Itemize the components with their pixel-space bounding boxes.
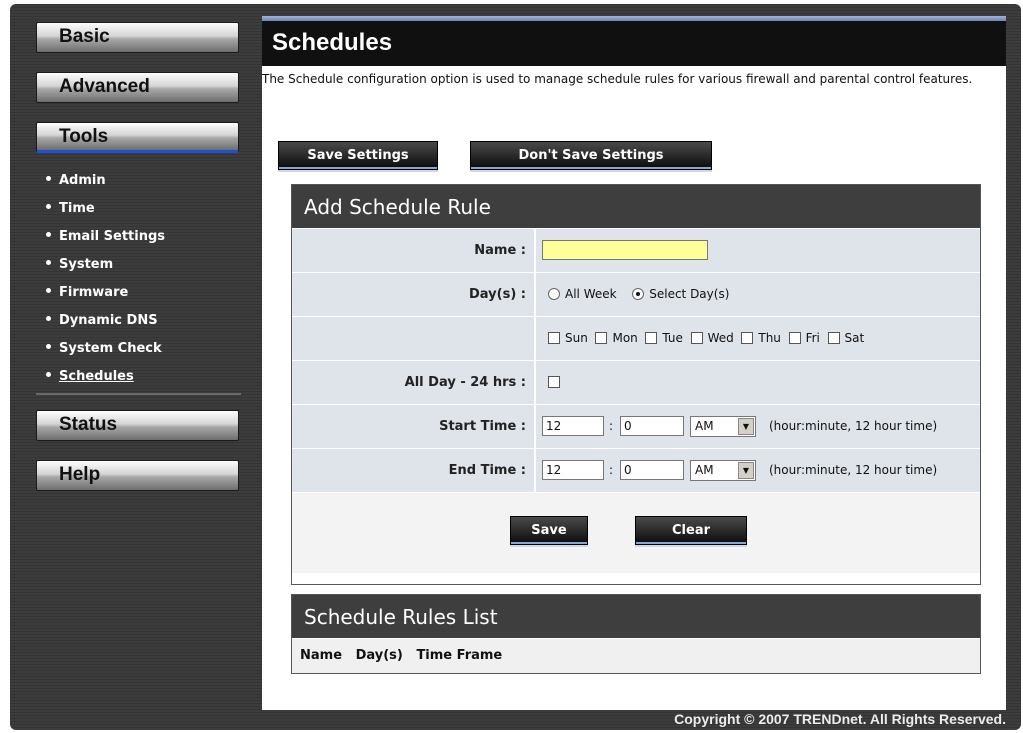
submenu-divider — [36, 393, 241, 395]
fri-label: Fri — [805, 331, 820, 345]
end-time-value-cell: 12 : 0 AM ▼ (hour:minute, 12 hour time) — [536, 449, 980, 492]
main-panel: Schedules The Schedule configuration opt… — [262, 16, 1006, 710]
tools-submenu: Admin Time Email Settings System Firmwar… — [46, 170, 242, 394]
tue-label: Tue — [662, 331, 683, 345]
days-label: Day(s) : — [292, 273, 534, 316]
start-time-row: Start Time : 12 : 0 AM ▼ (hour:minute, 1… — [292, 405, 980, 449]
rule-button-row: Save Clear — [292, 493, 980, 573]
start-hour-input[interactable]: 12 — [542, 416, 604, 436]
rules-table-header: Name Day(s) Time Frame — [292, 639, 980, 673]
wed-label: Wed — [707, 331, 734, 345]
page-title: Schedules — [272, 29, 393, 56]
start-time-label: Start Time : — [292, 405, 534, 448]
name-value-cell — [536, 229, 980, 272]
bullet-icon — [46, 176, 51, 181]
all-day-row: All Day - 24 hrs : — [292, 361, 980, 405]
save-button[interactable]: Save — [510, 516, 588, 545]
submenu-item-system-check[interactable]: System Check — [46, 338, 242, 366]
col-name: Name — [300, 648, 343, 663]
sun-label: Sun — [565, 331, 588, 345]
thu-checkbox[interactable] — [741, 331, 754, 344]
chevron-down-icon: ▼ — [738, 418, 754, 435]
submenu-item-time[interactable]: Time — [46, 198, 242, 226]
end-ampm-value: AM — [695, 463, 714, 477]
name-input[interactable] — [542, 240, 708, 260]
days-row: Day(s) : All Week Select Day(s) — [292, 273, 980, 317]
end-ampm-select[interactable]: AM ▼ — [690, 460, 756, 481]
end-time-label: End Time : — [292, 449, 534, 492]
copyright-text: Copyright © 2007 TRENDnet. All Rights Re… — [674, 711, 1006, 727]
end-hour-input[interactable]: 12 — [542, 460, 604, 480]
end-time-hint: (hour:minute, 12 hour time) — [769, 463, 938, 477]
col-days: Day(s) — [355, 648, 403, 663]
nav-help-button[interactable]: Help — [36, 460, 239, 491]
col-time-frame: Time Frame — [416, 648, 503, 663]
all-week-radio[interactable] — [548, 287, 560, 300]
title-bar: Schedules — [262, 21, 1006, 66]
all-week-label: All Week — [565, 287, 617, 301]
start-time-hint: (hour:minute, 12 hour time) — [769, 419, 938, 433]
bullet-icon — [46, 260, 51, 265]
start-time-value-cell: 12 : 0 AM ▼ (hour:minute, 12 hour time) — [536, 405, 980, 448]
submenu-item-system[interactable]: System — [46, 254, 242, 282]
select-days-label: Select Day(s) — [649, 287, 730, 301]
clear-button[interactable]: Clear — [635, 516, 747, 545]
nav-basic-button[interactable]: Basic — [36, 22, 239, 53]
mon-checkbox[interactable] — [595, 331, 608, 344]
mon-label: Mon — [612, 331, 638, 345]
submenu-item-schedules[interactable]: Schedules — [46, 366, 242, 394]
end-time-row: End Time : 12 : 0 AM ▼ (hour:minute, 12 … — [292, 449, 980, 493]
weekday-value-cell: Sun Mon Tue Wed Thu Fri Sat — [536, 317, 980, 360]
submenu-item-email-settings[interactable]: Email Settings — [46, 226, 242, 254]
bullet-icon — [46, 316, 51, 321]
tue-checkbox[interactable] — [645, 331, 658, 344]
fri-checkbox[interactable] — [788, 331, 801, 344]
start-time-separator: : — [609, 419, 614, 433]
start-ampm-select[interactable]: AM ▼ — [690, 416, 756, 437]
nav-tools-button[interactable]: Tools — [36, 122, 239, 153]
page-description: The Schedule configuration option is use… — [262, 72, 973, 86]
nav-advanced-button[interactable]: Advanced — [36, 72, 239, 103]
schedule-rules-list-section: Schedule Rules List Name Day(s) Time Fra… — [291, 594, 981, 674]
sat-label: Sat — [844, 331, 865, 345]
dont-save-settings-button[interactable]: Don't Save Settings — [470, 141, 712, 170]
name-label: Name : — [292, 229, 534, 272]
add-schedule-rule-heading: Add Schedule Rule — [292, 185, 980, 229]
select-days-radio[interactable] — [632, 287, 645, 300]
nav-status-button[interactable]: Status — [36, 410, 239, 441]
end-minute-input[interactable]: 0 — [620, 460, 684, 480]
thu-label: Thu — [758, 331, 781, 345]
days-value-cell: All Week Select Day(s) — [536, 273, 980, 316]
submenu-item-admin[interactable]: Admin — [46, 170, 242, 198]
start-ampm-value: AM — [695, 419, 714, 433]
weekday-row: Sun Mon Tue Wed Thu Fri Sat — [292, 317, 980, 361]
bullet-icon — [46, 372, 51, 377]
end-time-separator: : — [609, 463, 614, 477]
name-row: Name : — [292, 229, 980, 273]
bullet-icon — [46, 204, 51, 209]
chevron-down-icon: ▼ — [738, 462, 754, 479]
add-schedule-rule-section: Add Schedule Rule Name : Day(s) : All We… — [291, 184, 981, 585]
bullet-icon — [46, 232, 51, 237]
wed-checkbox[interactable] — [690, 331, 703, 344]
start-minute-input[interactable]: 0 — [620, 416, 684, 436]
bullet-icon — [46, 344, 51, 349]
submenu-item-dynamic-dns[interactable]: Dynamic DNS — [46, 310, 242, 338]
all-day-checkbox[interactable] — [548, 375, 560, 388]
save-settings-button[interactable]: Save Settings — [278, 141, 438, 170]
submenu-item-firmware[interactable]: Firmware — [46, 282, 242, 310]
weekday-label-cell — [292, 317, 534, 360]
bullet-icon — [46, 288, 51, 293]
schedule-rules-list-heading: Schedule Rules List — [292, 595, 980, 639]
sat-checkbox[interactable] — [827, 331, 840, 344]
all-day-label: All Day - 24 hrs : — [292, 361, 534, 404]
sun-checkbox[interactable] — [548, 331, 560, 344]
all-day-value-cell — [536, 361, 980, 404]
